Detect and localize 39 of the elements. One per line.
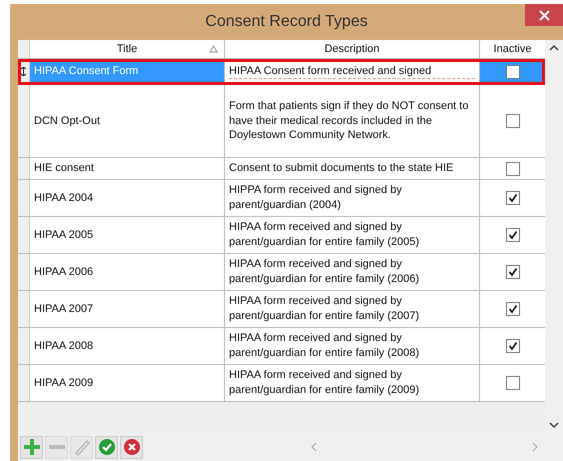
table-cell: HIPAA 2007 — [30, 291, 225, 327]
table-cell: DCN Opt-Out — [30, 85, 225, 157]
table-cell: HIPAA form received and signed by parent/guardian for entire family (2008) — [225, 328, 480, 364]
minus-icon — [48, 445, 64, 449]
column-header[interactable]: Description — [225, 40, 480, 58]
scroll-right-icon[interactable] — [532, 442, 539, 452]
table-cell: HIPPA form received and signed by parent/guardian (2004) — [225, 180, 480, 216]
pencil-icon — [72, 438, 90, 456]
table-cell: HIPAA form received and signed by parent/guardian for entire family (2007) — [225, 291, 480, 327]
table-cell: HIPAA form received and signed by parent/guardian for entire family (2009) — [225, 365, 480, 401]
description-input-field[interactable]: HIPAA Consent form received and signed — [225, 59, 480, 84]
row-header — [18, 40, 30, 58]
table-cell: HIE consent — [30, 158, 225, 179]
table-cell: HIPAA form received and signed by parent/guardian for entire family (2005) — [225, 217, 480, 253]
check-circle-icon — [98, 438, 116, 456]
column-header[interactable]: Title — [30, 40, 225, 58]
table-cell: HIPAA 2005 — [30, 217, 225, 253]
cancel-circle-icon — [122, 438, 140, 456]
row-header[interactable] — [18, 59, 30, 84]
close-button[interactable] — [525, 4, 563, 26]
table-cell: HIPAA form received and signed by parent/guardian for entire family (2006) — [225, 254, 480, 290]
table-cell: HIPAA 2006 — [30, 254, 225, 290]
column-header[interactable]: Inactive — [480, 40, 545, 58]
cancel-button[interactable] — [120, 436, 143, 458]
sort-icon — [209, 45, 218, 53]
add-button[interactable] — [20, 436, 43, 458]
scroll-left-icon[interactable] — [310, 442, 317, 452]
table-cell: Form that patients sign if they do NOT consent to have their medical records included in the Doylestown Community Network. — [225, 85, 480, 157]
table-cell: HIPAA 2009 — [30, 365, 225, 401]
scroll-up-icon[interactable] — [549, 44, 559, 51]
window-title: Consent Record Types — [205, 12, 368, 32]
close-icon — [538, 10, 550, 20]
add-icon — [22, 438, 40, 456]
table-row[interactable]: HIPAA Consent Form HIPAA Consent form received and signed — [18, 59, 545, 85]
scroll-down-icon[interactable] — [549, 422, 559, 429]
accept-button[interactable] — [95, 436, 118, 458]
table-cell: HIPAA 2008 — [30, 328, 225, 364]
table-cell: Consent to submit documents to the state HIE — [225, 158, 480, 179]
table-cell: HIPAA 2004 — [30, 180, 225, 216]
